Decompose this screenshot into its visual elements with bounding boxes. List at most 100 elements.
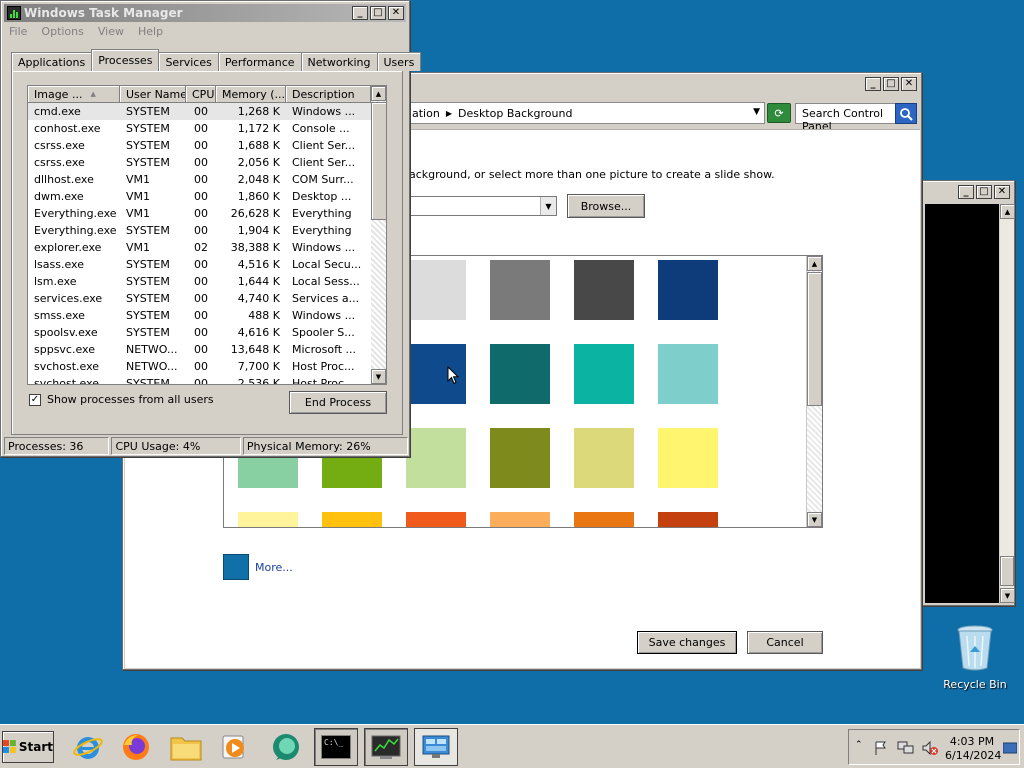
address-dropdown-icon[interactable]: ▼	[753, 107, 760, 117]
color-swatch[interactable]	[658, 512, 718, 527]
scroll-up-arrow-icon[interactable]: ▲	[1000, 204, 1015, 219]
tab-services[interactable]: Services	[158, 52, 219, 71]
tab-networking[interactable]: Networking	[300, 52, 378, 71]
scroll-up-arrow-icon[interactable]: ▲	[807, 256, 822, 271]
show-all-processes-checkbox[interactable]: ✓	[29, 393, 41, 406]
minimize-button[interactable]: _	[352, 6, 368, 20]
table-row[interactable]: csrss.exe SYSTEM 00 1,688 K Client Ser...	[28, 137, 371, 154]
more-color-swatch[interactable]	[223, 554, 249, 580]
recycle-bin-desktop-icon[interactable]: Recycle Bin	[940, 624, 1010, 691]
column-cpu[interactable]: CPU	[186, 86, 216, 103]
address-bar[interactable]: ation ▶ Desktop Background ▼	[405, 102, 765, 124]
color-swatch[interactable]	[574, 512, 634, 527]
table-row[interactable]: conhost.exe SYSTEM 00 1,172 K Console ...	[28, 120, 371, 137]
command-prompt-taskbar-button[interactable]: C:\_	[314, 728, 358, 766]
color-swatch[interactable]	[406, 428, 466, 488]
minimize-button[interactable]: _	[865, 77, 881, 91]
swatch-scrollbar[interactable]: ▲ ▼	[806, 256, 822, 527]
tab-applications[interactable]: Applications	[11, 52, 93, 71]
maximize-button[interactable]: □	[883, 77, 899, 91]
console-window[interactable]: _ □ ✕ ▲ ▼	[921, 180, 1015, 606]
table-row[interactable]: spoolsv.exe SYSTEM 00 4,616 K Spooler S...	[28, 324, 371, 341]
menu-help[interactable]: Help	[138, 25, 163, 38]
close-button[interactable]: ✕	[388, 6, 404, 20]
table-row[interactable]: sppsvc.exe NETWO... 00 13,648 K Microsoft ..…	[28, 341, 371, 358]
clock[interactable]: 4:03 PM 6/14/2024	[945, 735, 1001, 763]
volume-muted-icon[interactable]	[921, 740, 939, 756]
table-row[interactable]: smss.exe SYSTEM 00 488 K Windows ...	[28, 307, 371, 324]
color-swatch[interactable]	[406, 260, 466, 320]
table-row[interactable]: dwm.exe VM1 00 1,860 K Desktop ...	[28, 188, 371, 205]
table-row[interactable]: Everything.exe SYSTEM 00 1,904 K Everything	[28, 222, 371, 239]
control-panel-taskbar-button[interactable]	[414, 728, 458, 766]
breadcrumb-current[interactable]: Desktop Background	[458, 107, 573, 120]
color-swatch[interactable]	[322, 512, 382, 527]
close-button[interactable]: ✕	[901, 77, 917, 91]
scroll-thumb[interactable]	[1000, 556, 1014, 586]
table-row[interactable]: dllhost.exe VM1 00 2,048 K COM Surr...	[28, 171, 371, 188]
show-all-processes-label[interactable]: Show processes from all users	[47, 393, 214, 406]
table-row[interactable]: cmd.exe SYSTEM 00 1,268 K Windows ...	[28, 103, 371, 120]
action-center-flag-icon[interactable]	[873, 740, 889, 756]
search-icon[interactable]	[895, 103, 917, 124]
color-swatch[interactable]	[490, 260, 550, 320]
more-colors-link[interactable]: More...	[255, 561, 293, 574]
table-row[interactable]: lsass.exe SYSTEM 00 4,516 K Local Secu...	[28, 256, 371, 273]
color-swatch[interactable]	[658, 428, 718, 488]
table-row[interactable]: lsm.exe SYSTEM 00 1,644 K Local Sess...	[28, 273, 371, 290]
close-button[interactable]: ✕	[994, 185, 1010, 199]
menu-view[interactable]: View	[98, 25, 124, 38]
color-swatch[interactable]	[574, 344, 634, 404]
column-description[interactable]: Description	[286, 86, 371, 103]
color-swatch[interactable]	[658, 260, 718, 320]
color-swatch[interactable]	[574, 260, 634, 320]
column-memory[interactable]: Memory (...	[216, 86, 286, 103]
scroll-up-arrow-icon[interactable]: ▲	[371, 86, 386, 101]
menu-options[interactable]: Options	[41, 25, 83, 38]
scroll-down-arrow-icon[interactable]: ▼	[807, 512, 822, 527]
color-swatch[interactable]	[490, 344, 550, 404]
table-row[interactable]: Everything.exe VM1 00 26,628 K Everything	[28, 205, 371, 222]
console-output[interactable]	[925, 204, 999, 603]
color-swatch[interactable]	[490, 512, 550, 527]
process-list-scrollbar[interactable]: ▲ ▼	[371, 86, 386, 384]
picture-location-select[interactable]: ▼	[409, 196, 557, 216]
minimize-button[interactable]: _	[958, 185, 974, 199]
breadcrumb-parent[interactable]: ation	[412, 107, 440, 120]
table-row[interactable]: explorer.exe VM1 02 38,388 K Windows ...	[28, 239, 371, 256]
scroll-thumb[interactable]	[807, 272, 822, 406]
chevron-down-icon[interactable]: ▼	[540, 197, 556, 215]
save-changes-button[interactable]: Save changes	[637, 631, 737, 654]
internet-explorer-taskbar-button[interactable]	[66, 728, 110, 766]
start-button[interactable]: Start	[2, 731, 54, 763]
menu-file[interactable]: File	[9, 25, 27, 38]
show-hidden-icons-icon[interactable]: ⌃	[855, 740, 863, 750]
media-player-taskbar-button[interactable]	[212, 728, 256, 766]
end-process-button[interactable]: End Process	[289, 391, 387, 414]
tab-processes[interactable]: Processes	[91, 49, 160, 71]
browse-button[interactable]: Browse...	[567, 194, 645, 218]
scroll-down-arrow-icon[interactable]: ▼	[1000, 588, 1015, 603]
show-all-processes-row[interactable]: ✓ Show processes from all users	[29, 393, 214, 406]
firefox-taskbar-button[interactable]	[114, 728, 158, 766]
cancel-button[interactable]: Cancel	[747, 631, 823, 654]
process-list[interactable]: Image ... ▲ User Name CPU Memory (... Des…	[27, 85, 387, 385]
app-taskbar-button[interactable]	[264, 728, 308, 766]
table-row[interactable]: svchost.exe NETWO... 00 7,700 K Host Proc...	[28, 358, 371, 375]
console-scrollbar[interactable]: ▲ ▼	[1000, 204, 1015, 603]
column-user-name[interactable]: User Name	[120, 86, 186, 103]
refresh-icon[interactable]: ⟳	[767, 103, 791, 123]
table-row[interactable]: services.exe SYSTEM 00 4,740 K Services a...	[28, 290, 371, 307]
title-bar[interactable]: Windows Task Manager	[4, 4, 406, 22]
scroll-down-arrow-icon[interactable]: ▼	[371, 369, 386, 384]
task-manager-window[interactable]: Windows Task Manager _ □ ✕ File Options …	[0, 0, 422, 457]
maximize-button[interactable]: □	[370, 6, 386, 20]
color-swatch[interactable]	[658, 344, 718, 404]
color-swatch[interactable]	[574, 428, 634, 488]
network-icon[interactable]	[897, 740, 915, 756]
color-swatch[interactable]	[490, 428, 550, 488]
maximize-button[interactable]: □	[976, 185, 992, 199]
column-image-name[interactable]: Image ... ▲	[28, 86, 120, 103]
show-desktop-icon[interactable]	[1003, 742, 1017, 754]
color-swatch[interactable]	[238, 512, 298, 527]
